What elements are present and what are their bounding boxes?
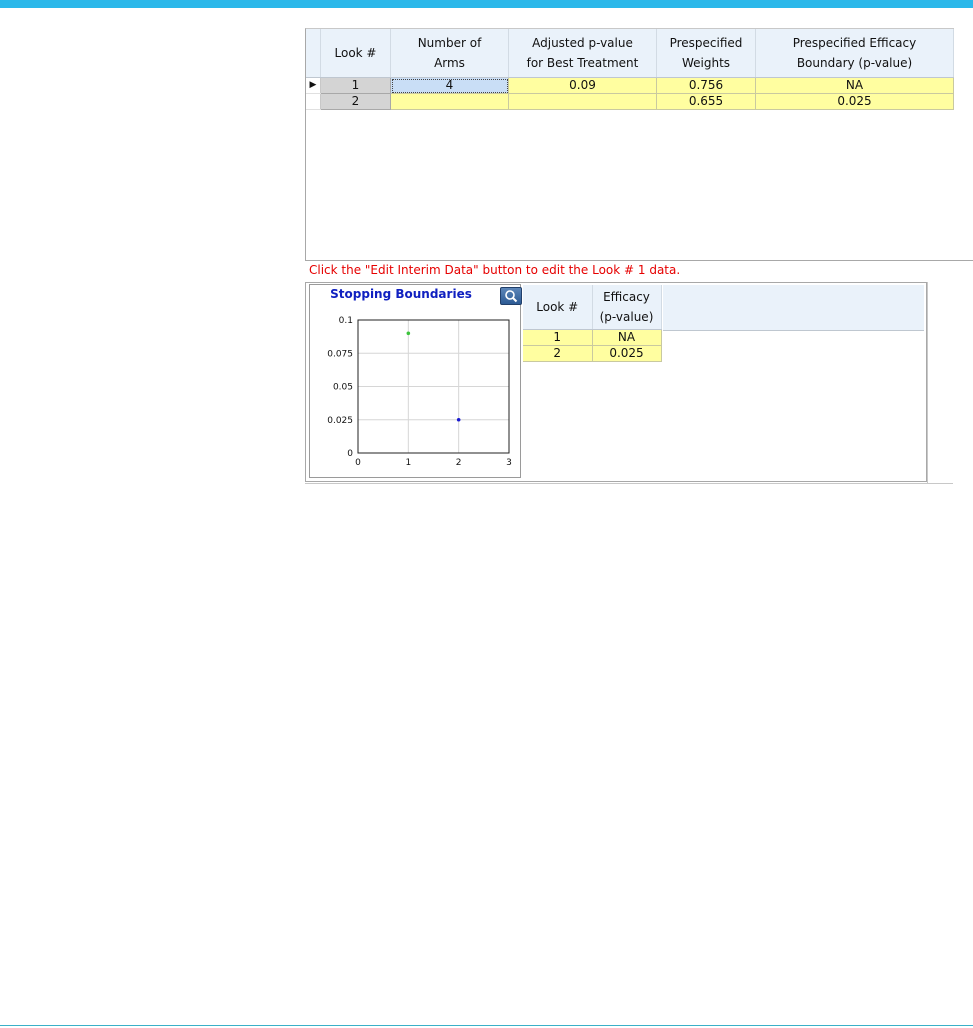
column-header-look[interactable]: Look # bbox=[320, 29, 391, 78]
column-header-arms[interactable]: Number of Arms bbox=[390, 29, 509, 78]
arms-cell[interactable] bbox=[390, 93, 509, 110]
interim-data-grid: Look # Number of Arms Adjusted p-value f… bbox=[305, 28, 973, 261]
header-row: Look # Efficacy (p-value) bbox=[523, 285, 662, 330]
column-header-look[interactable]: Look # bbox=[523, 285, 593, 330]
header-label: Adjusted p-value for Best Treatment bbox=[526, 36, 639, 70]
y-tick-label: 0.025 bbox=[327, 416, 353, 426]
chart-plot: 0 1 2 3 0 0.025 0.05 0.075 0.1 bbox=[327, 316, 512, 468]
x-tick-label: 0 bbox=[355, 458, 361, 468]
y-tick-label: 0.075 bbox=[327, 349, 353, 359]
table-row[interactable]: ▶ 1 4 0.09 0.756 NA bbox=[306, 77, 954, 94]
header-label: Look # bbox=[334, 46, 377, 60]
column-header-adjusted-p-value[interactable]: Adjusted p-value for Best Treatment bbox=[508, 29, 657, 78]
row-selector[interactable] bbox=[306, 93, 321, 110]
efficacy-cell: NA bbox=[592, 329, 662, 346]
zoom-chart-button[interactable] bbox=[500, 287, 522, 305]
current-row-indicator-icon: ▶ bbox=[306, 77, 321, 94]
look-cell: 2 bbox=[523, 345, 593, 362]
column-header-weights[interactable]: Prespecified Weights bbox=[656, 29, 756, 78]
look-cell: 1 bbox=[320, 77, 391, 94]
data-point bbox=[456, 417, 461, 422]
y-tick-label: 0.05 bbox=[333, 383, 353, 393]
row-selector-header bbox=[306, 29, 321, 78]
header-label: Prespecified Efficacy Boundary (p-value) bbox=[792, 36, 917, 70]
window-bottom-border bbox=[0, 1025, 973, 1026]
boundary-cell[interactable]: 0.025 bbox=[755, 93, 954, 110]
look-cell: 1 bbox=[523, 329, 593, 346]
column-header-efficacy[interactable]: Efficacy (p-value) bbox=[592, 285, 662, 330]
interim-data-table: Look # Number of Arms Adjusted p-value f… bbox=[306, 29, 954, 110]
divider bbox=[927, 282, 928, 484]
header-row: Look # Number of Arms Adjusted p-value f… bbox=[306, 29, 954, 78]
chart-title: Stopping Boundaries bbox=[330, 287, 472, 301]
x-tick-label: 2 bbox=[456, 458, 462, 468]
x-tick-label: 3 bbox=[506, 458, 512, 468]
p-value-cell[interactable] bbox=[508, 93, 657, 110]
table-row[interactable]: 2 0.655 0.025 bbox=[306, 93, 954, 110]
window-top-bar bbox=[0, 0, 973, 8]
x-tick-label: 1 bbox=[405, 458, 411, 468]
y-tick-label: 0.1 bbox=[339, 316, 353, 326]
header-label: Efficacy (p-value) bbox=[599, 290, 654, 324]
edit-interim-data-note: Click the "Edit Interim Data" button to … bbox=[309, 263, 681, 277]
data-point bbox=[406, 331, 411, 336]
header-label: Prespecified Weights bbox=[669, 36, 743, 70]
efficacy-cell: 0.025 bbox=[592, 345, 662, 362]
column-header-efficacy-boundary[interactable]: Prespecified Efficacy Boundary (p-value) bbox=[755, 29, 954, 78]
table-header-filler bbox=[663, 285, 924, 331]
table-row[interactable]: 2 0.025 bbox=[523, 345, 662, 362]
efficacy-boundary-table: Look # Efficacy (p-value) 1 NA 2 0.025 bbox=[523, 285, 662, 362]
magnifier-icon bbox=[505, 290, 518, 303]
grid-bottom-border bbox=[306, 260, 973, 261]
boundary-cell[interactable]: NA bbox=[755, 77, 954, 94]
header-label: Look # bbox=[536, 300, 579, 314]
divider bbox=[305, 483, 953, 484]
arms-cell[interactable]: 4 bbox=[390, 77, 509, 94]
table-row[interactable]: 1 NA bbox=[523, 329, 662, 346]
y-tick-label: 0 bbox=[347, 449, 353, 459]
p-value-cell[interactable]: 0.09 bbox=[508, 77, 657, 94]
weights-cell[interactable]: 0.655 bbox=[656, 93, 756, 110]
look-cell: 2 bbox=[320, 93, 391, 110]
header-label: Number of Arms bbox=[417, 36, 482, 70]
stopping-boundaries-chart: Stopping Boundaries 0 1 2 3 0 0.025 0.05 0.075 0… bbox=[309, 284, 522, 478]
weights-cell[interactable]: 0.756 bbox=[656, 77, 756, 94]
